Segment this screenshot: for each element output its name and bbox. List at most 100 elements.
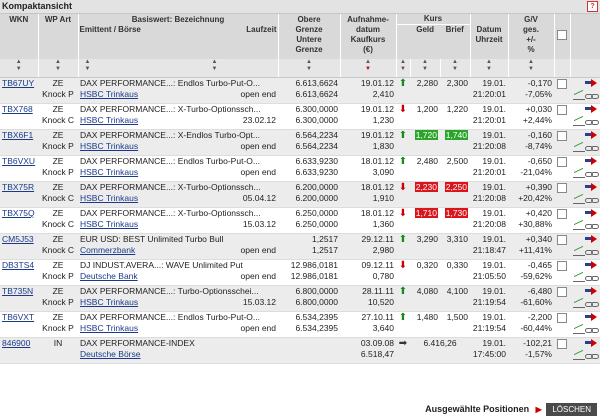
row-checkbox[interactable] — [557, 209, 567, 219]
wkn-cell[interactable]: DB3TS4 — [0, 259, 38, 286]
chart-icon[interactable] — [573, 195, 585, 204]
sort-gv[interactable]: ▲ ▼ — [508, 59, 555, 78]
wkn-link[interactable]: TB6VXT — [2, 312, 34, 322]
emittent-link[interactable]: HSBC Trinkaus — [80, 141, 138, 152]
link-icon[interactable] — [585, 248, 599, 256]
wkn-link[interactable]: TB6VXU — [2, 156, 35, 166]
row-checkbox[interactable] — [557, 157, 567, 167]
select-cell[interactable] — [554, 285, 570, 312]
sort-datum[interactable]: ▲ ▼ — [470, 59, 509, 78]
delete-button[interactable]: LÖSCHEN — [546, 403, 597, 417]
trade-icon[interactable] — [585, 131, 599, 139]
wkn-link[interactable]: TB67UY — [2, 78, 34, 88]
emittent-link[interactable]: HSBC Trinkaus — [80, 193, 138, 204]
sort-basiswert[interactable]: ▲ ▼ ▲ ▼ — [78, 59, 279, 78]
row-checkbox[interactable] — [557, 313, 567, 323]
row-checkbox[interactable] — [557, 287, 567, 297]
wkn-cell[interactable]: TB67UY — [0, 77, 38, 104]
wkn-cell[interactable]: 846900 — [0, 337, 38, 364]
emittent-link[interactable]: HSBC Trinkaus — [80, 219, 138, 230]
chart-icon[interactable] — [573, 143, 585, 152]
wkn-link[interactable]: TB735N — [2, 286, 33, 296]
select-cell[interactable] — [554, 77, 570, 104]
wkn-link[interactable]: DB3TS4 — [2, 260, 34, 270]
link-icon[interactable] — [585, 274, 599, 282]
row-checkbox[interactable] — [557, 131, 567, 141]
select-cell[interactable] — [554, 103, 570, 130]
link-icon[interactable] — [585, 170, 599, 178]
select-cell[interactable] — [554, 259, 570, 286]
emittent-link[interactable]: Commerzbank — [80, 245, 135, 256]
trade-icon[interactable] — [585, 339, 599, 347]
wkn-cell[interactable]: TB735N — [0, 285, 38, 312]
trade-icon[interactable] — [585, 287, 599, 295]
emittent-link[interactable]: HSBC Trinkaus — [80, 115, 138, 126]
trade-icon[interactable] — [585, 313, 599, 321]
select-cell[interactable] — [554, 337, 570, 364]
chart-icon[interactable] — [573, 91, 585, 100]
emittent-link[interactable]: HSBC Trinkaus — [80, 297, 138, 308]
row-checkbox[interactable] — [557, 339, 567, 349]
chart-icon[interactable] — [573, 117, 585, 126]
trade-icon[interactable] — [585, 79, 599, 87]
wkn-link[interactable]: TBX75Q — [2, 208, 35, 218]
row-checkbox[interactable] — [557, 261, 567, 271]
trade-icon[interactable] — [585, 235, 599, 243]
wkn-link[interactable]: TBX75R — [2, 182, 34, 192]
select-cell[interactable] — [554, 129, 570, 156]
select-cell[interactable] — [554, 233, 570, 260]
select-cell[interactable] — [554, 311, 570, 338]
emittent-link[interactable]: HSBC Trinkaus — [80, 167, 138, 178]
emittent-link[interactable]: Deutsche Bank — [80, 271, 138, 282]
trade-icon[interactable] — [585, 209, 599, 217]
chart-icon[interactable] — [573, 273, 585, 282]
trade-icon[interactable] — [585, 157, 599, 165]
emittent-link[interactable]: Deutsche Börse — [80, 349, 140, 360]
chart-icon[interactable] — [573, 169, 585, 178]
row-checkbox[interactable] — [557, 79, 567, 89]
select-cell[interactable] — [554, 207, 570, 234]
sort-grenze[interactable]: ▲ ▼ — [278, 59, 341, 78]
trade-icon[interactable] — [585, 183, 599, 191]
sort-brief[interactable]: ▲ ▼ — [440, 59, 471, 78]
wkn-cell[interactable]: TBX6F1 — [0, 129, 38, 156]
row-checkbox[interactable] — [557, 235, 567, 245]
sort-wkn[interactable]: ▲ ▼ — [0, 59, 39, 78]
chart-icon[interactable] — [573, 325, 585, 334]
select-cell[interactable] — [554, 155, 570, 182]
wkn-link[interactable]: TBX768 — [2, 104, 33, 114]
wkn-cell[interactable]: TB6VXT — [0, 311, 38, 338]
link-icon[interactable] — [585, 222, 599, 230]
link-icon[interactable] — [585, 92, 599, 100]
wkn-link[interactable]: 846900 — [2, 338, 30, 348]
wkn-cell[interactable]: TBX75Q — [0, 207, 38, 234]
wkn-cell[interactable]: TBX75R — [0, 181, 38, 208]
trade-icon[interactable] — [585, 105, 599, 113]
wkn-cell[interactable]: TBX768 — [0, 103, 38, 130]
select-all-checkbox[interactable] — [557, 30, 567, 40]
trade-icon[interactable] — [585, 261, 599, 269]
link-icon[interactable] — [585, 118, 599, 126]
emittent-link[interactable]: HSBC Trinkaus — [80, 323, 138, 334]
chart-icon[interactable] — [573, 299, 585, 308]
chart-icon[interactable] — [573, 351, 585, 360]
link-icon[interactable] — [585, 196, 599, 204]
link-icon[interactable] — [585, 300, 599, 308]
wkn-cell[interactable]: CM5J53 — [0, 233, 38, 260]
sort-trend[interactable]: ▲ ▼ — [396, 59, 411, 78]
wkn-link[interactable]: TBX6F1 — [2, 130, 33, 140]
row-checkbox[interactable] — [557, 183, 567, 193]
emittent-link[interactable]: HSBC Trinkaus — [80, 89, 138, 100]
select-cell[interactable] — [554, 181, 570, 208]
wkn-cell[interactable]: TB6VXU — [0, 155, 38, 182]
sort-aufnahme[interactable]: ▲ ▼ — [340, 59, 397, 78]
link-icon[interactable] — [585, 326, 599, 334]
link-icon[interactable] — [585, 352, 599, 360]
sort-geld[interactable]: ▲ ▼ — [410, 59, 441, 78]
help-icon[interactable]: ? — [587, 1, 598, 12]
row-checkbox[interactable] — [557, 105, 567, 115]
wkn-link[interactable]: CM5J53 — [2, 234, 34, 244]
chart-icon[interactable] — [573, 247, 585, 256]
chart-icon[interactable] — [573, 221, 585, 230]
link-icon[interactable] — [585, 144, 599, 152]
